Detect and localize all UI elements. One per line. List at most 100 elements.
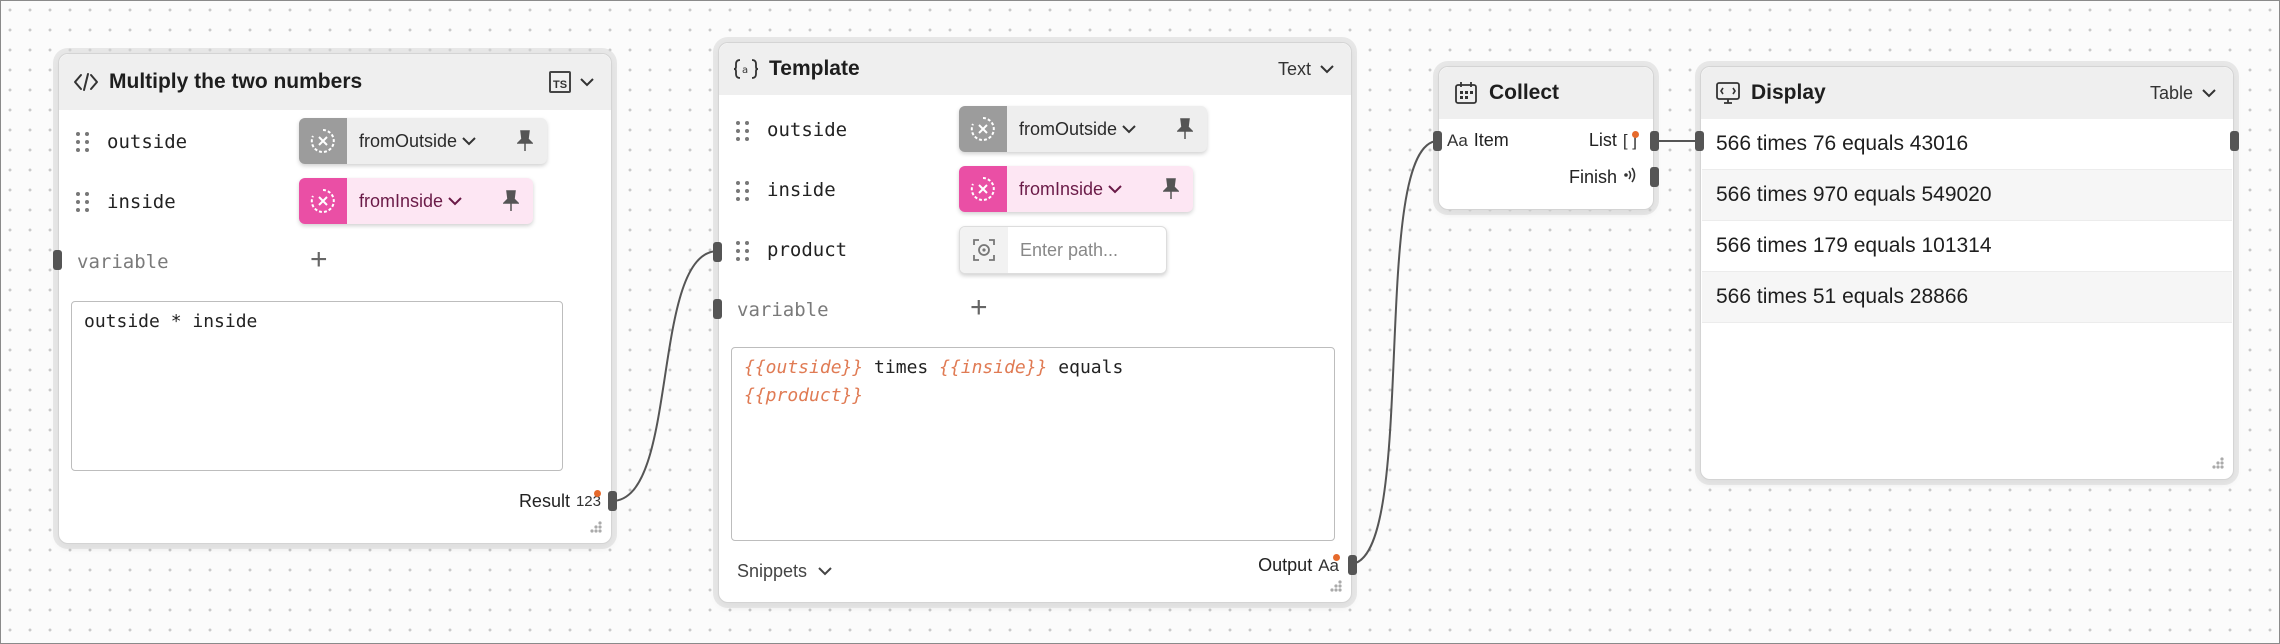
signal-icon: [1623, 166, 1637, 189]
output-label-list: List: [1588, 130, 1617, 150]
display-node-title: Display: [1751, 81, 1826, 104]
output-port-output[interactable]: [1348, 555, 1357, 575]
drag-handle-outside[interactable]: [736, 121, 750, 143]
variable-placeholder[interactable]: variable: [77, 251, 169, 273]
drag-handle-outside[interactable]: [76, 132, 90, 154]
multiply-node[interactable]: Multiply the two numbers TS outside from…: [53, 53, 617, 544]
source-select-outside[interactable]: fromOutside: [959, 106, 1207, 152]
svg-text:a: a: [742, 65, 748, 76]
output-port-list[interactable]: [1650, 131, 1659, 151]
chevron-down-icon: [2201, 85, 2217, 101]
status-dot: [1632, 131, 1639, 138]
pin-icon[interactable]: [1162, 178, 1180, 205]
chevron-down-icon: [817, 564, 833, 580]
template-braces-icon: a: [731, 54, 761, 84]
chevron-down-icon: [447, 193, 463, 209]
source-label-outside: fromOutside: [1019, 118, 1118, 139]
template-mode-select[interactable]: Text: [1278, 43, 1335, 95]
display-node-header[interactable]: Display Table: [1701, 67, 2233, 119]
chevron-down-icon: [461, 133, 477, 149]
table-row: 566 times 76 equals 43016: [1702, 119, 2232, 170]
field-name-product: product: [767, 239, 848, 261]
wire-output-to-item: [1349, 140, 1439, 565]
drag-handle-product[interactable]: [736, 241, 750, 263]
variable-placeholder[interactable]: variable: [737, 299, 829, 321]
path-placeholder: Enter path...: [1020, 239, 1119, 260]
resize-handle-icon[interactable]: [2209, 455, 2225, 471]
text-times: times: [863, 357, 940, 378]
template-editor[interactable]: {{outside}} times {{inside}} equals {{pr…: [731, 347, 1335, 541]
token-outside: {{outside}}: [744, 357, 864, 378]
input-item: Aa Item: [1447, 130, 1509, 151]
add-variable-icon[interactable]: +: [310, 245, 328, 275]
chevron-down-icon: [579, 74, 595, 90]
output-label-result: Result: [518, 491, 570, 511]
display-icon: [1713, 78, 1743, 108]
source-label-inside: fromInside: [359, 190, 444, 211]
drag-handle-inside[interactable]: [76, 192, 90, 214]
pin-icon[interactable]: [516, 130, 534, 157]
pin-icon[interactable]: [502, 190, 520, 217]
display-node[interactable]: Display Table 566 times 76 equals 43016 …: [1695, 66, 2239, 480]
template-mode-label: Text: [1277, 58, 1311, 79]
output-port-result[interactable]: [608, 491, 617, 511]
input-port-variable[interactable]: [53, 250, 62, 270]
text-equals: equals: [1047, 357, 1124, 378]
language-select[interactable]: TS: [549, 54, 595, 110]
status-dot: [594, 490, 601, 497]
template-node-header[interactable]: a Template Text: [719, 43, 1351, 95]
variable-x-icon: [299, 178, 347, 224]
resize-handle-icon[interactable]: [587, 519, 603, 535]
source-select-inside[interactable]: fromInside: [299, 178, 533, 224]
variable-x-icon: [959, 106, 1007, 152]
token-inside: {{inside}}: [939, 357, 1048, 378]
field-name-inside: inside: [107, 191, 176, 213]
pin-icon[interactable]: [1176, 118, 1194, 145]
drag-handle-inside[interactable]: [736, 181, 750, 203]
variable-x-icon: [959, 166, 1007, 212]
display-mode-select[interactable]: Table: [2150, 67, 2217, 119]
output-result: Result 123: [519, 491, 601, 512]
token-product: {{product}}: [744, 385, 864, 406]
collect-icon: [1451, 78, 1481, 108]
output-port-finish[interactable]: [1650, 167, 1659, 187]
add-variable-icon[interactable]: +: [970, 293, 988, 323]
collect-node[interactable]: Collect Aa Item List [ ] Finish: [1433, 66, 1659, 210]
field-name-outside: outside: [107, 131, 188, 153]
variable-x-icon: [299, 118, 347, 164]
input-port-product[interactable]: [713, 242, 722, 262]
snippets-button[interactable]: Snippets: [737, 561, 833, 582]
collect-node-header[interactable]: Collect: [1439, 67, 1653, 119]
output-label-output: Output: [1258, 555, 1313, 575]
template-node-title: Template: [769, 57, 860, 80]
table-row: 566 times 51 equals 28866: [1702, 272, 2232, 323]
display-mode-label: Table: [2149, 82, 2193, 103]
table-row: 566 times 970 equals 549020: [1702, 170, 2232, 221]
source-select-outside[interactable]: fromOutside: [299, 118, 547, 164]
snippets-label: Snippets: [737, 561, 808, 581]
chevron-down-icon: [1107, 181, 1123, 197]
source-select-inside[interactable]: fromInside: [959, 166, 1193, 212]
output-list: List [ ]: [1589, 130, 1637, 151]
input-label-item: Item: [1473, 130, 1509, 150]
field-name-inside: inside: [767, 179, 836, 201]
code-editor[interactable]: outside * inside: [71, 301, 563, 471]
output-finish: Finish: [1569, 166, 1637, 189]
multiply-node-header[interactable]: Multiply the two numbers TS: [59, 54, 611, 110]
scan-path-icon: [960, 227, 1008, 273]
template-node[interactable]: a Template Text outside fromOutside insi…: [713, 42, 1357, 603]
input-port-item[interactable]: [1433, 131, 1442, 151]
input-port-variable[interactable]: [713, 299, 722, 319]
typescript-icon: TS: [549, 71, 571, 93]
multiply-node-title: Multiply the two numbers: [109, 70, 363, 93]
code-icon: [71, 67, 101, 97]
wire-result-to-product: [611, 250, 719, 502]
status-dot: [1333, 554, 1340, 561]
text-type-icon: Aa: [1447, 130, 1468, 150]
source-label-inside: fromInside: [1019, 178, 1104, 199]
output-label-finish: Finish: [1568, 167, 1617, 187]
path-input-product[interactable]: Enter path...: [959, 226, 1167, 274]
resize-handle-icon[interactable]: [1327, 578, 1343, 594]
table-row: 566 times 179 equals 101314: [1702, 221, 2232, 272]
field-name-outside: outside: [767, 119, 848, 141]
